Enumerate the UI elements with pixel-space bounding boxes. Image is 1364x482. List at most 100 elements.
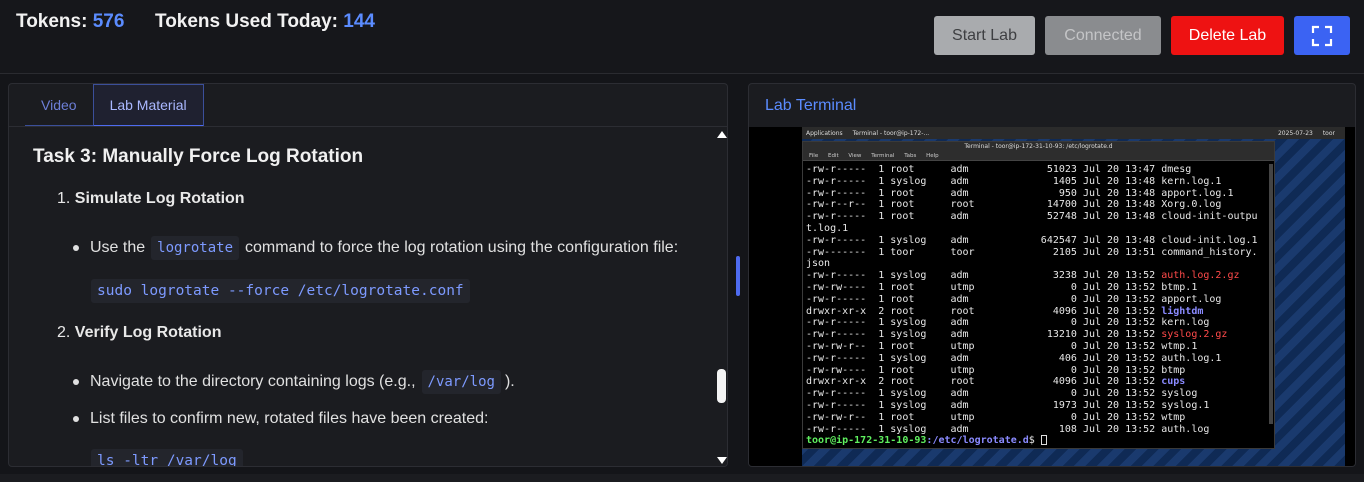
terminal-line: -rw-r----- 1 root adm 0 Jul 20 13:52 app…: [806, 293, 1222, 305]
inline-code-var-log: /var/log: [421, 370, 501, 394]
delete-lab-button[interactable]: Delete Lab: [1171, 16, 1284, 55]
bullet-text-post: command to force the log rotation using …: [245, 239, 679, 256]
terminal-file-name: btmp: [1161, 364, 1186, 376]
terminal-menu-help[interactable]: Help: [926, 153, 939, 159]
terminal-line: -rw-r----- 1 root adm 52748 Jul 20 13:48…: [806, 211, 1258, 223]
terminal-file-name: syslog.2.gz: [1161, 329, 1228, 341]
terminal-line: -rw------- 1 toor toor 2105 Jul 20 13:51…: [806, 246, 1258, 258]
terminal-line: json: [806, 258, 831, 270]
terminal-file-name: kern.log: [1161, 317, 1210, 329]
terminal-line: -rw-r----- 1 root adm 51023 Jul 20 13:47…: [806, 164, 1192, 175]
remote-desktop[interactable]: Applications Terminal - toor@ip-172-... …: [802, 127, 1345, 466]
terminal-file-name: dmesg: [1161, 164, 1192, 175]
inline-code-logrotate: logrotate: [151, 236, 239, 260]
fullscreen-button[interactable]: [1294, 16, 1350, 55]
terminal-line: drwxr-xr-x 2 root root 4096 Jul 20 13:52…: [806, 376, 1186, 388]
tab-lab-material[interactable]: Lab Material: [92, 84, 204, 127]
terminal-line: -rw-rw---- 1 root utmp 0 Jul 20 13:52 bt…: [806, 364, 1186, 376]
terminal-line: -rw-r----- 1 syslog adm 406 Jul 20 13:52…: [806, 352, 1222, 364]
terminal-file-name: apport.log: [1161, 293, 1222, 305]
terminal-line: -rw-rw-r-- 1 root utmp 0 Jul 20 13:52 wt…: [806, 340, 1198, 352]
terminal-file-name: apport.log.1: [1161, 187, 1234, 199]
tokens-used-label: Tokens Used Today:: [155, 11, 338, 32]
step-2-heading: 2. Verify Log Rotation: [57, 324, 221, 342]
taskbar-terminal-item[interactable]: Terminal - toor@ip-172-...: [853, 130, 929, 137]
tokens-value: 576: [92, 11, 125, 32]
bullet-dot: [73, 379, 79, 385]
top-bar: Tokens: 576 Tokens Used Today: 144 Start…: [0, 0, 1364, 74]
step-2-bullet-1: Navigate to the directory containing log…: [73, 370, 515, 394]
step-2-number: 2.: [57, 324, 71, 341]
terminal-line: -rw-r----- 1 syslog adm 0 Jul 20 13:52 s…: [806, 388, 1198, 400]
bullet-text-post: ).: [504, 373, 515, 390]
lab-terminal-title: Lab Terminal: [765, 97, 857, 114]
step-1-bullet: Use the logrotate command to force the l…: [73, 236, 678, 260]
terminal-file-name: auth.log.2.gz: [1161, 270, 1240, 282]
terminal-title-bar: Terminal - toor@ip-172-31-10-93: /etc/lo…: [803, 142, 1274, 152]
task-title: Task 3: Manually Force Log Rotation: [33, 146, 364, 167]
terminal-file-name: cups: [1161, 376, 1186, 388]
tokens-used-value: 144: [343, 11, 375, 32]
terminal-line: -rw-r----- 1 syslog adm 108 Jul 20 13:52…: [806, 423, 1210, 435]
scroll-down-arrow-icon[interactable]: [717, 457, 727, 464]
applications-menu[interactable]: Applications: [806, 130, 843, 137]
lab-terminal-panel: Lab Terminal Applications Terminal - too…: [748, 83, 1356, 467]
terminal-file-name: wtmp: [1161, 411, 1186, 423]
tab-divider: [9, 126, 727, 127]
tab-bar: Video Lab Material: [25, 84, 204, 127]
terminal-menu-file[interactable]: File: [809, 153, 818, 159]
bottom-bar: [0, 474, 1364, 482]
terminal-menu-bar: File Edit View Terminal Tabs Help: [803, 152, 1274, 161]
remote-desktop-view[interactable]: Applications Terminal - toor@ip-172-... …: [749, 127, 1355, 466]
step-1-title: Simulate Log Rotation: [74, 190, 245, 207]
prompt-path: :/etc/logrotate.d: [926, 435, 1029, 447]
terminal-line: -rw-r--r-- 1 root root 14700 Jul 20 13:4…: [806, 199, 1222, 211]
terminal-line: -rw-r----- 1 syslog adm 13210 Jul 20 13:…: [806, 329, 1228, 341]
code-block-ls: ls -ltr /var/log: [91, 449, 243, 466]
terminal-prompt[interactable]: toor@ip-172-31-10-93:/etc/logrotate.d$: [806, 435, 1274, 447]
panel-resize-handle[interactable]: [736, 256, 740, 296]
content-scrollbar[interactable]: [715, 128, 727, 466]
terminal-line: -rw-r----- 1 syslog adm 642547 Jul 20 13…: [806, 234, 1258, 246]
terminal-file-name: cloud-init.log.1: [1161, 234, 1258, 246]
desktop-taskbar: Applications Terminal - toor@ip-172-... …: [802, 127, 1345, 139]
terminal-menu-terminal[interactable]: Terminal: [871, 153, 894, 159]
code-block-logrotate: sudo logrotate --force /etc/logrotate.co…: [91, 279, 470, 303]
terminal-file-name: btmp.1: [1161, 281, 1198, 293]
terminal-file-name: syslog.1: [1161, 399, 1210, 411]
tab-video[interactable]: Video: [25, 84, 93, 127]
terminal-menu-edit[interactable]: Edit: [828, 153, 839, 159]
scroll-up-arrow-icon[interactable]: [717, 131, 727, 138]
terminal-file-name: Xorg.0.log: [1161, 199, 1222, 211]
terminal-output[interactable]: -rw-r----- 1 root adm 51023 Jul 20 13:47…: [806, 164, 1274, 447]
terminal-scrollbar[interactable]: [1269, 164, 1273, 424]
terminal-file-name: wtmp.1: [1161, 340, 1198, 352]
terminal-window[interactable]: Terminal - toor@ip-172-31-10-93: /etc/lo…: [802, 141, 1275, 449]
terminal-line: -rw-r----- 1 syslog adm 3238 Jul 20 13:5…: [806, 270, 1240, 282]
terminal-line: -rw-r----- 1 syslog adm 1973 Jul 20 13:5…: [806, 399, 1210, 411]
terminal-file-name: lightdm: [1161, 305, 1204, 317]
terminal-line: -rw-rw---- 1 root utmp 0 Jul 20 13:52 bt…: [806, 281, 1198, 293]
start-lab-button[interactable]: Start Lab: [934, 16, 1035, 55]
terminal-file-name: auth.log: [1161, 423, 1210, 435]
prompt-user: toor@ip-172-31-10-93: [806, 435, 927, 447]
scrollbar-thumb[interactable]: [717, 369, 726, 403]
tokens-display: Tokens: 576: [16, 11, 124, 33]
terminal-line: drwxr-xr-x 2 root root 4096 Jul 20 13:52…: [806, 305, 1204, 317]
terminal-menu-view[interactable]: View: [848, 153, 861, 159]
step-1-number: 1.: [57, 190, 71, 207]
prompt-symbol: $: [1028, 435, 1041, 447]
taskbar-clock: 2025-07-23: [1277, 129, 1313, 137]
terminal-file-name: kern.log.1: [1161, 175, 1222, 187]
terminal-menu-tabs[interactable]: Tabs: [904, 153, 916, 159]
fullscreen-icon: [1311, 25, 1333, 46]
terminal-line: t.log.1: [806, 222, 849, 234]
taskbar-user: toor: [1322, 129, 1335, 137]
bullet-dot: [73, 245, 79, 251]
tokens-used-display: Tokens Used Today: 144: [155, 11, 375, 33]
lab-material-panel: Video Lab Material Task 3: Manually Forc…: [8, 83, 728, 467]
connected-button[interactable]: Connected: [1045, 16, 1161, 55]
bullet-text-pre: Use the: [90, 239, 146, 256]
terminal-line: -rw-r----- 1 syslog adm 0 Jul 20 13:52 k…: [806, 317, 1210, 329]
terminal-cursor: [1040, 435, 1047, 446]
